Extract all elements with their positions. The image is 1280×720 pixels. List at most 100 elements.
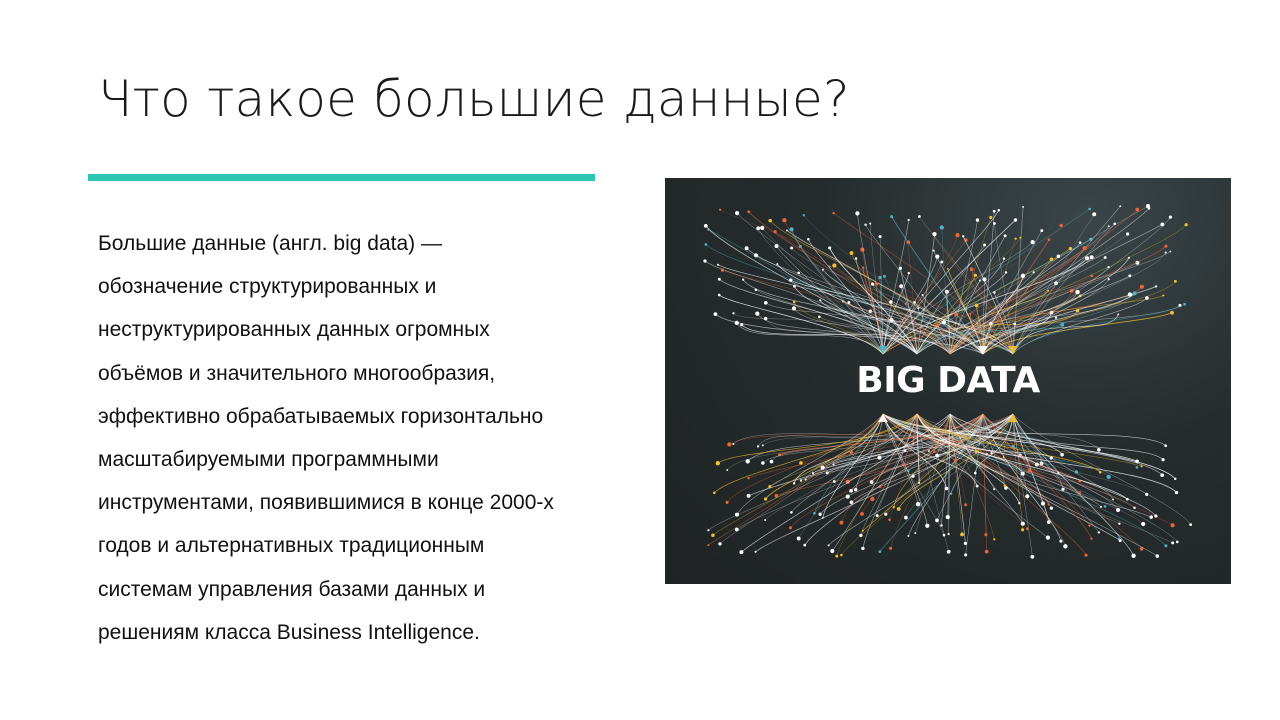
network-node (969, 267, 974, 272)
network-node (888, 518, 891, 522)
network-node (1135, 466, 1139, 469)
network-node (963, 541, 967, 545)
network-node (785, 229, 788, 232)
network-node (1098, 471, 1102, 474)
network-node (761, 444, 764, 447)
network-node (1018, 502, 1021, 505)
network-node (745, 459, 750, 464)
network-node (984, 549, 989, 554)
network-node (1078, 241, 1082, 245)
network-node (1049, 506, 1054, 510)
network-node (1164, 251, 1167, 254)
network-node (1160, 222, 1165, 227)
network-node (727, 442, 732, 447)
network-node (1047, 289, 1050, 292)
network-node (718, 208, 722, 211)
network-node (1184, 223, 1188, 227)
network-node (1160, 473, 1165, 478)
network-node (761, 461, 765, 465)
picture-label: BIG DATA (856, 360, 1040, 401)
network-node (904, 515, 908, 520)
network-node (1171, 541, 1175, 545)
network-node (788, 526, 793, 530)
network-node (716, 263, 720, 266)
network-node (960, 532, 965, 537)
network-line (1012, 413, 1134, 556)
network-node (776, 263, 779, 266)
network-node (974, 449, 978, 454)
network-node (870, 282, 875, 286)
network-line (1012, 413, 1191, 525)
network-line (736, 322, 884, 355)
network-node (915, 502, 921, 507)
network-node (1103, 505, 1107, 508)
network-node (1020, 471, 1025, 476)
network-node (1173, 279, 1177, 283)
network-node (703, 223, 708, 228)
network-node (819, 299, 822, 302)
network-node (1014, 237, 1017, 240)
network-node (907, 271, 910, 275)
network-node (1084, 553, 1088, 557)
body-text: Большие данные (англ. big data) — обозна… (98, 226, 598, 658)
network-node (747, 476, 750, 480)
network-node (1132, 291, 1137, 296)
network-node (1154, 285, 1158, 288)
network-node (1075, 289, 1080, 295)
network-node (732, 312, 735, 315)
network-node (864, 223, 867, 226)
network-node (1004, 271, 1008, 274)
network-node (791, 306, 797, 311)
network-node (973, 273, 977, 277)
network-node (796, 536, 801, 541)
network-node (713, 312, 718, 316)
network-node (832, 480, 836, 483)
network-node (742, 278, 745, 281)
network-node (832, 263, 837, 268)
network-node (935, 453, 940, 458)
network-node (835, 554, 839, 558)
network-node (764, 518, 767, 522)
network-node (734, 320, 739, 326)
network-node (732, 442, 735, 446)
network-node (790, 246, 794, 250)
network-node (797, 271, 801, 275)
network-node (802, 214, 805, 217)
network-node (1027, 468, 1032, 473)
network-node (782, 218, 787, 223)
network-node (717, 293, 721, 297)
network-node (817, 315, 821, 319)
network-node (913, 300, 916, 304)
network-node (1047, 503, 1050, 506)
network-line (1012, 216, 1171, 355)
network-node (744, 246, 749, 251)
network-node (718, 542, 722, 546)
network-node (1155, 554, 1160, 558)
network-node (878, 550, 882, 553)
network-node (947, 532, 950, 536)
network-node (807, 237, 810, 241)
network-node (940, 524, 943, 527)
network-node (1020, 273, 1026, 278)
network-node (1049, 456, 1053, 460)
network-node (861, 529, 864, 532)
network-node (818, 512, 822, 516)
network-node (1183, 302, 1187, 306)
network-node (1088, 524, 1091, 527)
network-node (813, 511, 816, 515)
network-node (827, 544, 830, 547)
network-line (712, 413, 884, 536)
network-node (1170, 523, 1175, 528)
body-line: эффективно обрабатываемых горизонтально (98, 404, 544, 428)
network-node (734, 512, 740, 517)
network-node (854, 257, 858, 260)
network-node (746, 493, 751, 498)
network-node (1174, 490, 1179, 495)
network-node (720, 268, 725, 272)
slide-title: Что такое большие данные? (98, 70, 850, 128)
body-line: годов и альтернативных традиционным (98, 534, 485, 558)
network-node (755, 311, 760, 316)
network-node (828, 246, 832, 250)
network-node (932, 232, 937, 237)
network-node (1019, 236, 1022, 239)
